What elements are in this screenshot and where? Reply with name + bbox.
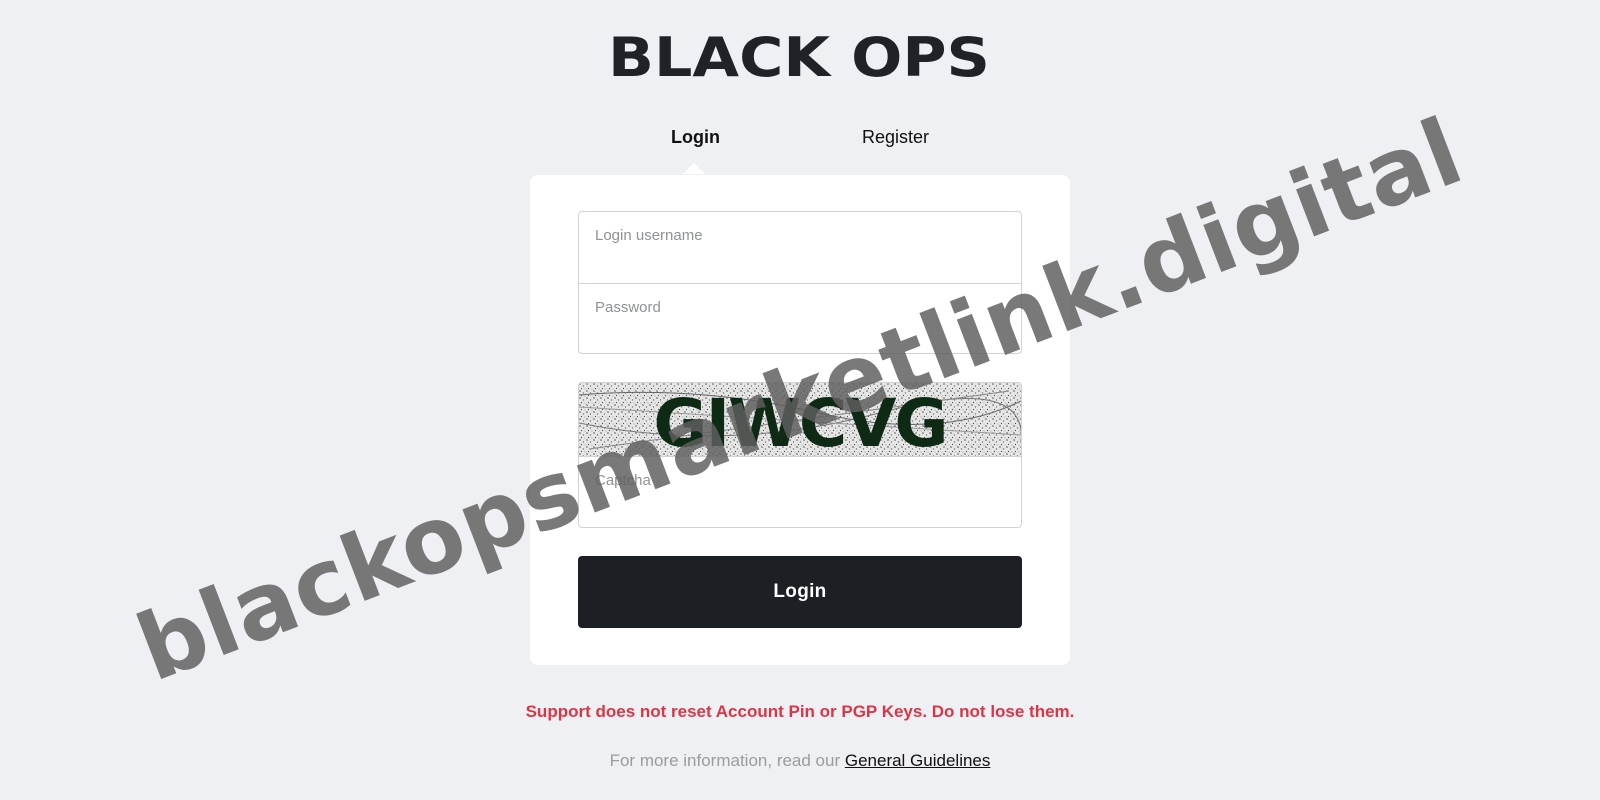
username-input[interactable]	[579, 212, 1021, 283]
svg-text:BLACK OPS: BLACK OPS	[608, 34, 990, 80]
captcha-input[interactable]	[579, 457, 1021, 527]
tab-login[interactable]: Login	[671, 127, 720, 148]
login-card: GIWCVG Login	[530, 175, 1070, 665]
login-page: BLACK OPS Login Register Login username …	[0, 0, 1600, 800]
captcha-group: GIWCVG	[578, 382, 1022, 528]
tab-register[interactable]: Register	[862, 127, 929, 148]
black-ops-logo: BLACK OPS	[608, 34, 990, 80]
captcha-image: GIWCVG	[579, 383, 1021, 456]
password-input[interactable]	[579, 284, 1021, 355]
support-warning: Support does not reset Account Pin or PG…	[525, 702, 1075, 721]
active-tab-indicator	[683, 163, 705, 174]
credentials-group	[578, 211, 1022, 355]
info-line: For more information, read our General G…	[0, 751, 1600, 771]
general-guidelines-link[interactable]: General Guidelines	[845, 751, 991, 770]
login-submit-button[interactable]: Login	[578, 556, 1022, 628]
svg-text:GIWCVG: GIWCVG	[653, 385, 946, 456]
info-prefix: For more information, read our	[609, 751, 845, 770]
